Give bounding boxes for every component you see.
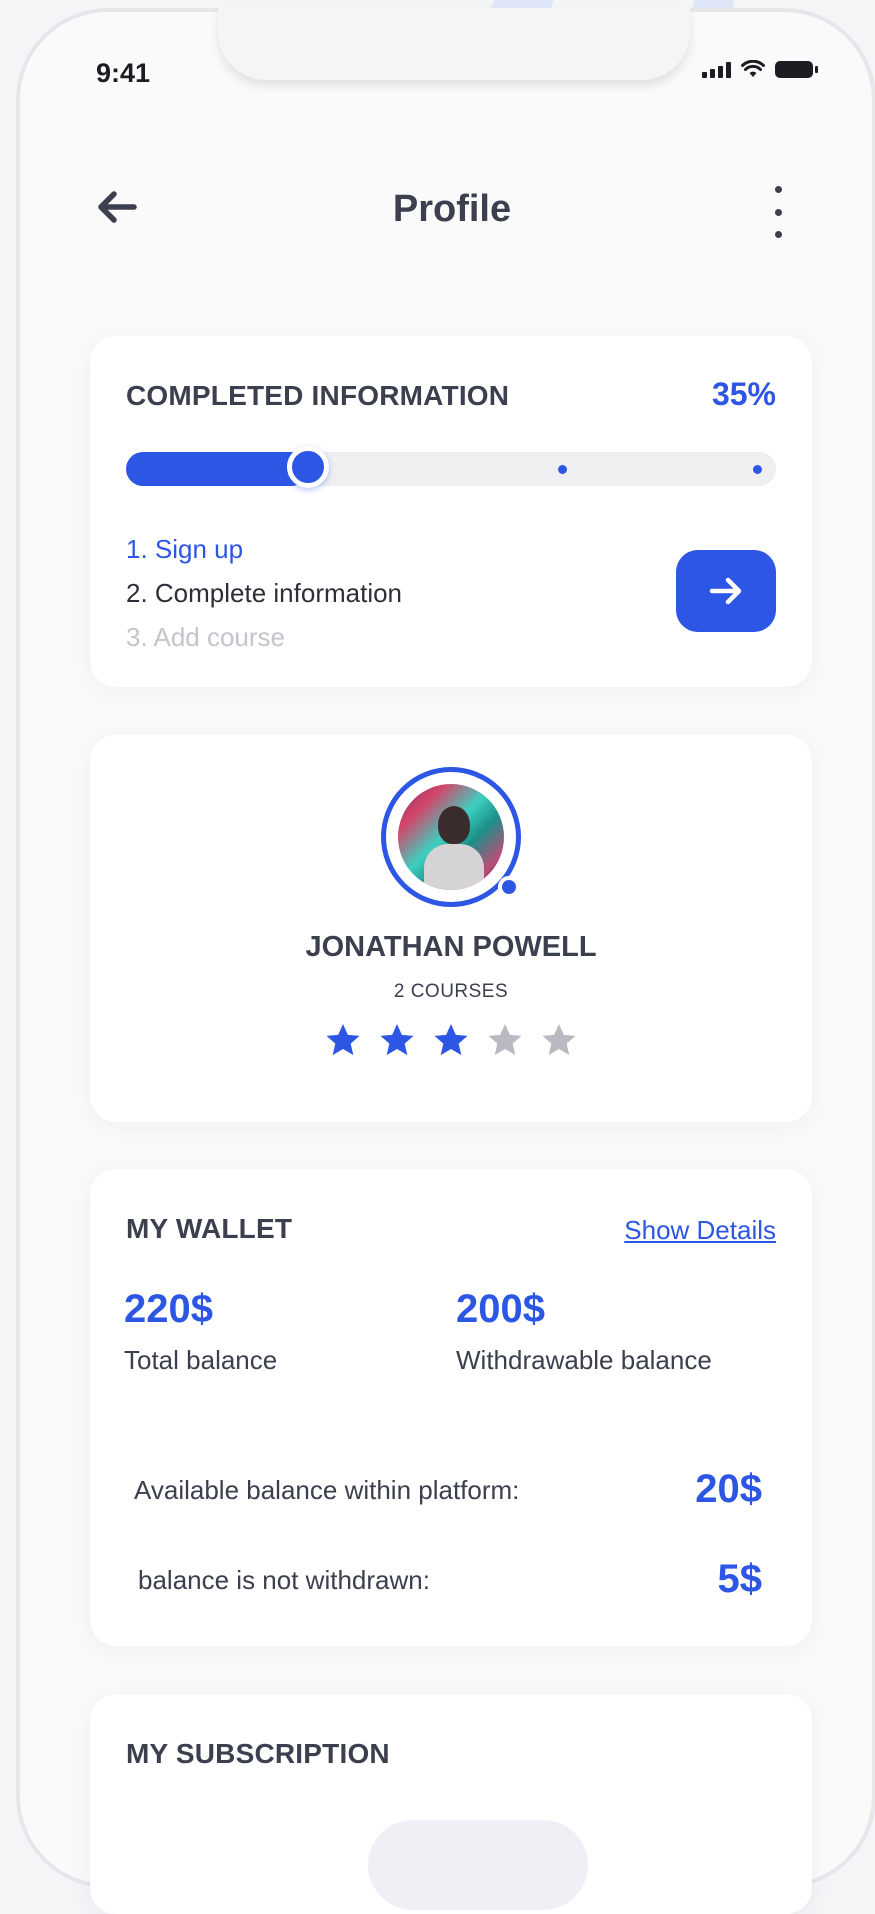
star-filled-icon — [380, 1024, 414, 1056]
progress-fill — [126, 452, 308, 486]
wallet-heading: MY WALLET — [126, 1213, 293, 1244]
withdrawable-balance-label: Withdrawable balance — [456, 1345, 712, 1375]
total-balance-amount: 220$ — [124, 1287, 213, 1331]
phone-notch — [218, 8, 690, 80]
cellular-signal-icon — [702, 62, 731, 78]
rating-stars — [90, 1021, 812, 1061]
wifi-icon — [741, 60, 765, 77]
subscription-plan-pill[interactable] — [368, 1820, 588, 1910]
completion-heading: COMPLETED INFORMATION — [126, 380, 510, 411]
progress-knob — [287, 446, 329, 488]
online-status-dot — [498, 876, 520, 898]
user-course-count: 2 COURSES — [393, 981, 509, 1002]
battery-icon — [775, 61, 818, 78]
star-empty-icon — [488, 1024, 522, 1056]
star-filled-icon — [326, 1024, 360, 1056]
completion-percent: 35% — [711, 376, 776, 412]
star-filled-icon — [434, 1024, 468, 1056]
not-withdrawn-label: balance is not withdrawn: — [138, 1565, 430, 1595]
progress-track — [126, 446, 776, 488]
step-sign-up[interactable]: 1. Sign up — [126, 534, 243, 565]
status-time: 9:41 — [96, 58, 151, 88]
not-withdrawn-amount: 5$ — [717, 1557, 763, 1601]
progress-step-marker — [558, 465, 567, 474]
subscription-heading: MY SUBSCRIPTION — [126, 1738, 390, 1769]
available-balance-amount: 20$ — [695, 1467, 762, 1511]
avatar[interactable] — [381, 767, 521, 907]
profile-card: JONATHAN POWELL 2 COURSES — [90, 735, 812, 1122]
step-add-course[interactable]: 3. Add course — [126, 622, 285, 653]
page-title: Profile — [392, 188, 512, 230]
step-complete-information[interactable]: 2. Complete information — [126, 578, 402, 609]
progress-step-marker — [753, 465, 762, 474]
subscription-card: MY SUBSCRIPTION — [90, 1694, 812, 1914]
total-balance-label: Total balance — [124, 1345, 278, 1375]
arrow-right-icon — [709, 577, 742, 605]
next-step-button[interactable] — [676, 550, 776, 632]
user-name: JONATHAN POWELL — [305, 931, 597, 963]
completion-card: COMPLETED INFORMATION 35% 1. Sign up 2. … — [90, 336, 812, 687]
star-empty-icon — [542, 1024, 576, 1056]
wallet-card: MY WALLET Show Details 220$ Total balanc… — [90, 1169, 812, 1646]
more-options-icon[interactable] — [766, 186, 790, 238]
status-icons — [702, 60, 818, 78]
withdrawable-balance-amount: 200$ — [456, 1287, 545, 1331]
show-details-link[interactable]: Show Details — [624, 1215, 776, 1246]
available-balance-label: Available balance within platform: — [134, 1475, 520, 1505]
avatar-photo — [398, 784, 504, 890]
